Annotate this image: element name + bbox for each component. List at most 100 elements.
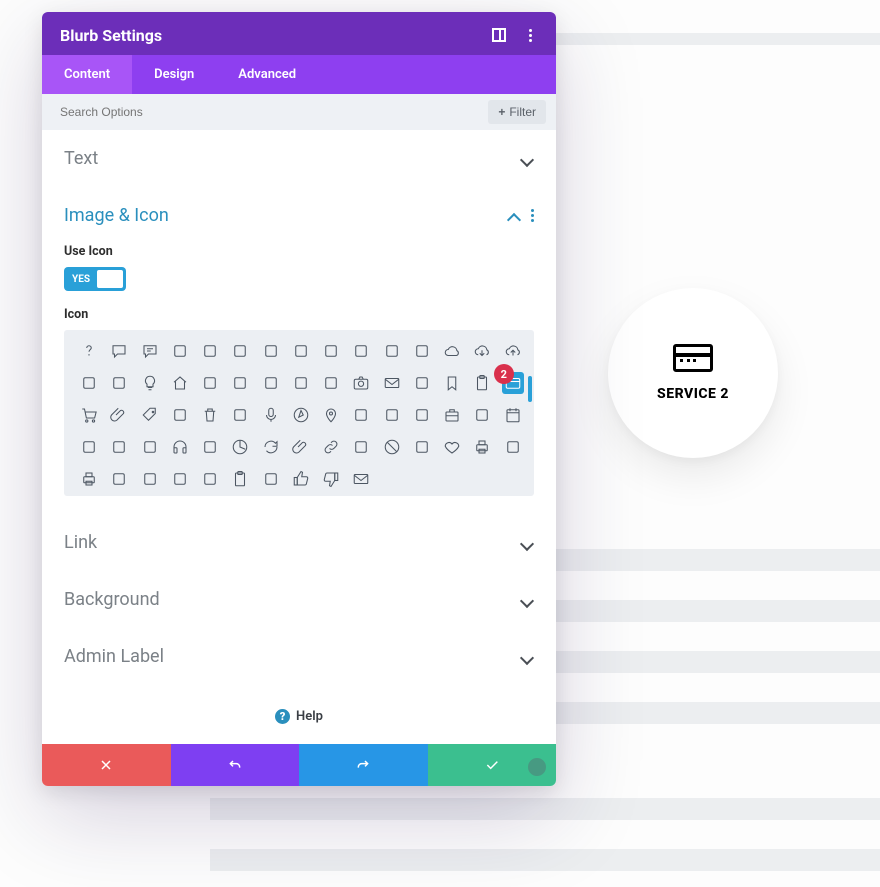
vol-mute-icon[interactable] [169, 340, 191, 362]
credit-card-icon[interactable]: 2 [502, 372, 524, 394]
help-link[interactable]: ? Help [42, 685, 556, 734]
leaf-icon[interactable] [381, 340, 403, 362]
paperclip-icon[interactable] [108, 404, 130, 426]
tab-design[interactable]: Design [132, 55, 216, 94]
compass-pin-icon[interactable] [290, 404, 312, 426]
printer-icon[interactable] [471, 436, 493, 458]
help-label: Help [296, 709, 323, 724]
vol-high-icon[interactable] [229, 340, 251, 362]
use-icon-label: Use Icon [64, 244, 534, 259]
section-image-icon[interactable]: Image & Icon [42, 187, 556, 244]
refresh-icon[interactable] [260, 436, 282, 458]
padlock-icon[interactable] [350, 340, 372, 362]
tag-icon[interactable] [139, 404, 161, 426]
grid3-icon[interactable] [78, 436, 100, 458]
phone-icon[interactable] [229, 372, 251, 394]
save-icon[interactable] [108, 468, 130, 490]
resize-handle-icon[interactable] [528, 758, 546, 776]
search-input[interactable] [60, 105, 488, 119]
clipboard2-icon[interactable] [229, 468, 251, 490]
calendar-icon[interactable] [502, 404, 524, 426]
map-icon[interactable] [381, 404, 403, 426]
no-entry-icon[interactable] [381, 436, 403, 458]
cloud-icon[interactable] [441, 340, 463, 362]
undo-button[interactable] [171, 744, 300, 786]
shopping-cart-icon[interactable] [78, 404, 100, 426]
mail-icon[interactable] [350, 468, 372, 490]
heart-icon[interactable] [441, 436, 463, 458]
calculator-icon[interactable] [502, 436, 524, 458]
link-icon[interactable] [320, 436, 342, 458]
thumbs-up-icon[interactable] [290, 468, 312, 490]
use-icon-toggle[interactable]: YES [64, 267, 126, 291]
redo-button[interactable] [299, 744, 428, 786]
id-card-icon[interactable] [199, 468, 221, 490]
sun-icon[interactable] [78, 372, 100, 394]
page-icon[interactable] [471, 404, 493, 426]
grid4-icon[interactable] [108, 436, 130, 458]
atom-icon[interactable] [199, 372, 221, 394]
blurb-settings-modal: Blurb Settings Content Design Advanced +… [42, 12, 556, 786]
cloud-up-icon[interactable] [502, 340, 524, 362]
bookmark-icon[interactable] [441, 372, 463, 394]
panel-layout-icon[interactable] [492, 28, 508, 44]
envelope-icon[interactable] [381, 372, 403, 394]
undo-icon [227, 757, 243, 773]
cursor-icon[interactable] [229, 404, 251, 426]
tab-content[interactable]: Content [42, 55, 132, 94]
print2-icon[interactable] [78, 468, 100, 490]
location-pin-icon[interactable] [320, 404, 342, 426]
vol-low-icon[interactable] [199, 340, 221, 362]
credit-card-icon [673, 344, 713, 372]
cancel-button[interactable] [42, 744, 171, 786]
section-title-admin-label: Admin Label [64, 646, 164, 667]
laptop-icon[interactable] [290, 372, 312, 394]
barcode-icon[interactable] [139, 436, 161, 458]
expand-icon[interactable] [462, 28, 478, 44]
thumbs-down-icon[interactable] [320, 468, 342, 490]
map-fold-icon[interactable] [411, 404, 433, 426]
marker-icon[interactable] [169, 404, 191, 426]
tab-advanced[interactable]: Advanced [216, 55, 318, 94]
modal-title: Blurb Settings [60, 26, 162, 45]
briefcase-icon[interactable] [441, 404, 463, 426]
section-admin-label[interactable]: Admin Label [42, 628, 556, 685]
filter-button[interactable]: + Filter [488, 100, 546, 124]
image-icon[interactable] [108, 372, 130, 394]
camera-solid-icon[interactable] [350, 372, 372, 394]
icon-picker-scrollbar[interactable] [528, 376, 532, 402]
pushpin-icon[interactable] [350, 404, 372, 426]
spinner-icon[interactable] [350, 436, 372, 458]
monitor-icon[interactable] [320, 372, 342, 394]
cloud-down-icon[interactable] [471, 340, 493, 362]
chevron-down-icon [520, 536, 534, 550]
question-icon[interactable] [78, 340, 100, 362]
face-neutral-icon[interactable] [290, 340, 312, 362]
tablet-icon[interactable] [260, 372, 282, 394]
lightbulb-icon[interactable] [139, 372, 161, 394]
id-icon[interactable] [169, 468, 191, 490]
speech-icon[interactable] [108, 340, 130, 362]
pie-icon[interactable] [229, 436, 251, 458]
speech-lines-icon[interactable] [139, 340, 161, 362]
clipboard-icon[interactable] [471, 372, 493, 394]
house-icon[interactable] [169, 372, 191, 394]
trash-icon[interactable] [199, 404, 221, 426]
blurb-title: SERVICE 2 [657, 386, 729, 402]
cone-icon[interactable] [411, 372, 433, 394]
headphones-icon[interactable] [169, 436, 191, 458]
more-options-icon[interactable] [522, 28, 538, 44]
section-text[interactable]: Text [42, 130, 556, 187]
tray-icon[interactable] [139, 468, 161, 490]
section-background[interactable]: Background [42, 571, 556, 628]
section-more-icon[interactable] [531, 209, 534, 222]
microphone-icon[interactable] [260, 404, 282, 426]
attach-icon[interactable] [290, 436, 312, 458]
life-ring-icon[interactable] [199, 436, 221, 458]
guitar-icon[interactable] [411, 340, 433, 362]
card2-icon[interactable] [411, 436, 433, 458]
clock-icon[interactable] [320, 340, 342, 362]
section-link[interactable]: Link [42, 514, 556, 571]
clip-doc-icon[interactable] [260, 468, 282, 490]
quote-icon[interactable] [260, 340, 282, 362]
